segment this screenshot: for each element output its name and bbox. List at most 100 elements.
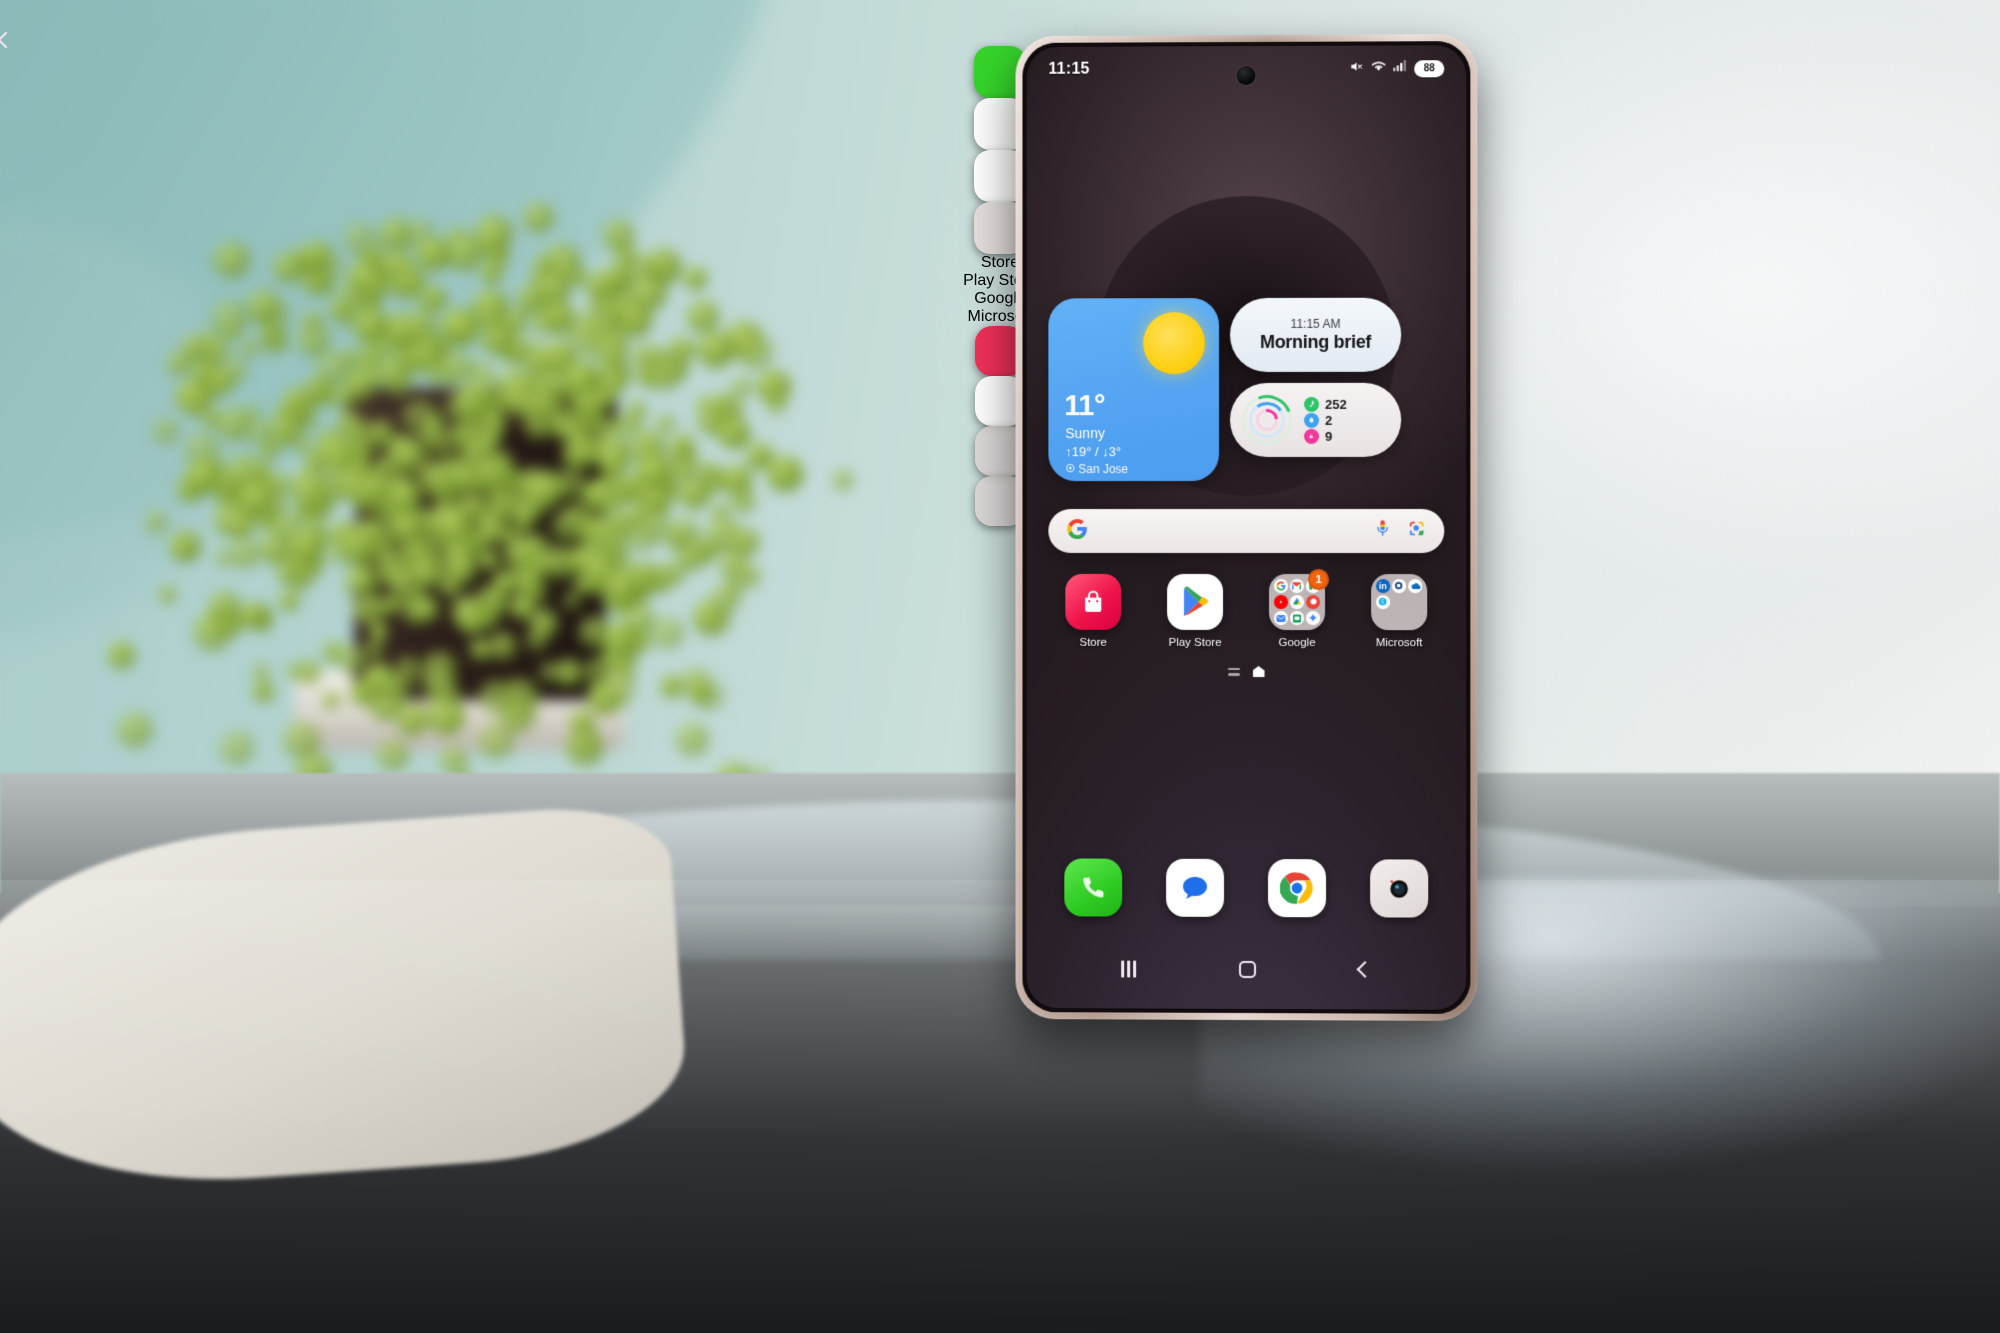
reflection-app-row [0, 326, 2000, 526]
app-play-store[interactable]: Play Store [1144, 573, 1246, 649]
plant-leaf [480, 551, 499, 570]
mini-linkedin-icon: in [1376, 579, 1390, 593]
mini-youtube-icon [1274, 595, 1288, 609]
app-label: Store [1079, 636, 1107, 649]
page-indicator[interactable] [1026, 666, 1466, 678]
flame-icon [1304, 428, 1320, 444]
morning-brief-widget[interactable]: 11:15 AM Morning brief [1230, 297, 1402, 373]
health-stats-list: 252 2 9 [1304, 396, 1347, 444]
folder-google[interactable]: 1 Google [1246, 569, 1348, 650]
dock-phone-app[interactable] [1042, 858, 1144, 917]
health-stat-steps: 252 [1304, 396, 1347, 412]
plant-leaf [158, 586, 176, 603]
weather-condition: Sunny [1065, 425, 1105, 442]
plant-leaf [623, 603, 656, 635]
mini-slides-icon [1290, 611, 1304, 626]
reflection-dock-item [0, 46, 2000, 98]
mini-gmail-icon [1290, 579, 1304, 593]
plant-leaf [219, 730, 255, 765]
plant-leaf [344, 565, 379, 601]
plant-leaf [229, 538, 260, 569]
plant-leaf [664, 561, 687, 584]
phone-screen[interactable]: 11:15 88 11° Sunny ↑19° / ↓3° San Jose 1… [1026, 45, 1467, 1010]
plant-leaf [173, 538, 195, 560]
mini-gemini-icon [1306, 611, 1321, 626]
plant-leaf [396, 704, 428, 736]
plant-leaf [737, 564, 760, 588]
microphone-icon[interactable] [1374, 519, 1391, 543]
mini-photos-icon [1306, 595, 1321, 609]
app-list-page-icon[interactable] [1227, 667, 1240, 676]
home-app-row: Store Play Store 1 Google in Microsoft [1026, 569, 1466, 650]
widget-area: 11° Sunny ↑19° / ↓3° San Jose 11:15 AM M… [1026, 297, 1466, 482]
reflection-app-labels: Store Play Store Google Microsoft [0, 254, 2000, 326]
plant-leaf [676, 723, 710, 756]
camera-icon [1370, 859, 1429, 918]
weather-widget[interactable]: 11° Sunny ↑19° / ↓3° San Jose [1048, 298, 1220, 482]
plant-leaf [283, 721, 320, 759]
google-lens-icon[interactable] [1407, 519, 1426, 543]
weather-location: San Jose [1078, 462, 1129, 477]
mini-onedrive-icon [1408, 579, 1423, 593]
plant-leaf [342, 530, 374, 562]
home-page-icon[interactable] [1252, 666, 1264, 677]
back-button[interactable] [1356, 960, 1374, 978]
dock-messages-app[interactable] [1144, 858, 1246, 917]
navigation-bar [1026, 946, 1466, 992]
reflection-app-label: Store [980, 254, 1020, 271]
weather-high-low: ↑19° / ↓3° [1065, 444, 1122, 460]
signal-icon [1393, 59, 1407, 77]
home-button[interactable] [1238, 960, 1256, 978]
status-clock: 11:15 [1048, 60, 1090, 78]
chrome-icon [1267, 859, 1327, 918]
galaxy-store-icon [1065, 573, 1122, 630]
plant-leaf [264, 542, 284, 562]
reflection-dock-item [0, 98, 2000, 150]
battery-indicator: 88 [1414, 59, 1445, 77]
phone-bezel: 11:15 88 11° Sunny ↑19° / ↓3° San Jose 1… [1022, 41, 1471, 1014]
dock [1026, 858, 1466, 918]
front-camera-punchhole [1236, 65, 1256, 86]
google-search-bar[interactable] [1048, 508, 1445, 554]
plant-leaf [427, 697, 466, 736]
recents-button[interactable] [1121, 960, 1137, 978]
phone-reflection: Store Play Store Google Microsoft [0, 0, 2000, 526]
app-label: Google [1278, 637, 1316, 650]
plant-leaf [252, 681, 274, 702]
mute-icon [1349, 59, 1364, 78]
plant-leaf [525, 532, 550, 557]
steps-icon [1304, 396, 1320, 412]
reflection-dock-item [0, 150, 2000, 202]
wifi-icon [1371, 59, 1386, 77]
weather-location-row: San Jose [1065, 462, 1128, 476]
health-widget[interactable]: 252 2 9 [1230, 382, 1402, 458]
app-label: Play Store [1168, 636, 1222, 649]
mini-office-icon [1392, 579, 1407, 593]
phone-icon [1064, 858, 1123, 917]
health-stat-activity: 9 [1304, 428, 1347, 444]
plant-leaf [279, 591, 300, 612]
brief-time: 11:15 AM [1290, 316, 1341, 331]
search-input[interactable] [1088, 509, 1374, 553]
table-reflection-overlay [0, 879, 2000, 1333]
health-stat-water: 2 [1304, 412, 1347, 428]
reflection-dock [0, 46, 2000, 254]
activity-rings-icon [1233, 386, 1301, 453]
plant-leaf [377, 738, 410, 771]
plant-leaf [604, 568, 639, 603]
plant-leaf [214, 548, 233, 567]
plant-leaf [439, 745, 468, 774]
plant-leaf [447, 552, 478, 583]
reflection-dock-item [0, 202, 2000, 254]
folder-microsoft[interactable]: in Microsoft [1348, 574, 1450, 649]
dock-chrome-app[interactable] [1246, 859, 1348, 918]
plant-leaf [383, 673, 411, 701]
app-galaxy-store[interactable]: Store [1042, 573, 1144, 649]
plant-leaf [478, 680, 513, 715]
weather-temperature: 11° [1064, 390, 1105, 423]
folder-badge: 1 [1308, 569, 1330, 591]
play-store-icon [1167, 573, 1224, 630]
search-action-group [1374, 519, 1426, 543]
dock-camera-app[interactable] [1348, 859, 1450, 918]
plant-leaf [615, 664, 635, 685]
